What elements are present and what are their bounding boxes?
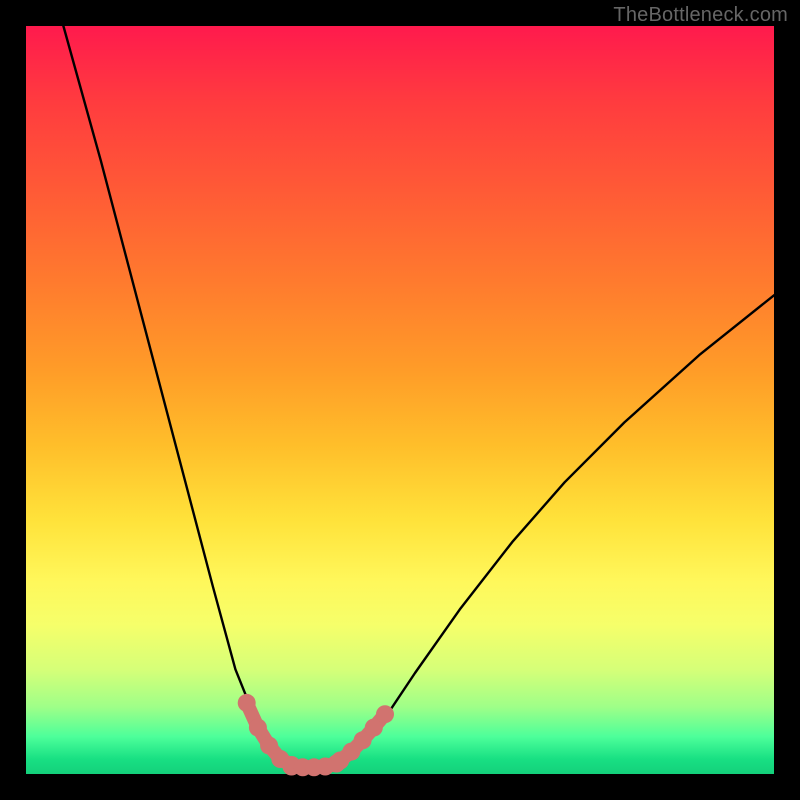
- highlight-dot: [249, 719, 267, 737]
- chart-frame: TheBottleneck.com: [0, 0, 800, 800]
- chart-overlay: [26, 26, 774, 774]
- highlight-dot: [376, 705, 394, 723]
- watermark-text: TheBottleneck.com: [613, 4, 788, 27]
- curve-highlight-dots: [238, 694, 394, 776]
- highlight-dot: [238, 694, 256, 712]
- bottleneck-curve: [63, 26, 774, 768]
